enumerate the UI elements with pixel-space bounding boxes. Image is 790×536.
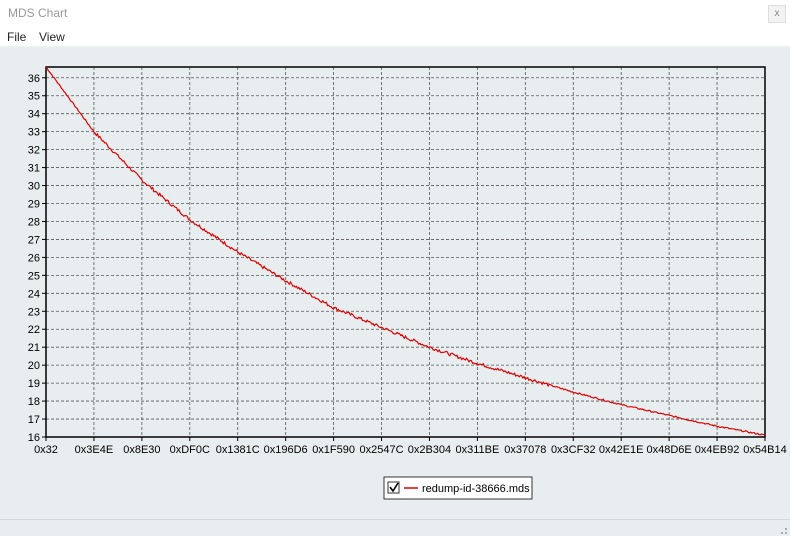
chart-area: 16 17 18 19 20 21 22 23 24 25 26 27 28 29 30 31 32 33 34 35…: [0, 46, 790, 518]
x-tick-label: 0x4EB92: [695, 444, 740, 456]
menu-bar: File View: [0, 27, 790, 47]
resize-grip-icon[interactable]: [776, 523, 788, 535]
x-tick-label: 0x54B14: [743, 444, 786, 456]
x-tick-label: 0x8E30: [123, 444, 160, 456]
x-tick-label: 0x3E4E: [75, 444, 114, 456]
x-tick-label: 0x1F590: [312, 444, 355, 456]
legend-label: redump-id-38666.mds: [422, 483, 530, 495]
y-tick-label: 33: [28, 127, 40, 139]
y-tick-label: 24: [28, 288, 40, 300]
x-tick-label: 0x48D6E: [647, 444, 692, 456]
y-tick-label: 18: [28, 396, 40, 408]
y-tick-label: 36: [28, 73, 40, 85]
y-tick-label: 16: [28, 432, 40, 444]
y-tick-label: 17: [28, 414, 40, 426]
y-tick-label: 21: [28, 342, 40, 354]
menu-view[interactable]: View: [39, 30, 65, 44]
x-tick-label: 0x311BE: [455, 444, 499, 456]
y-tick-label: 23: [28, 306, 40, 318]
y-tick-label: 20: [28, 360, 40, 372]
x-tick-label: 0x2B304: [408, 444, 451, 456]
x-tick-label: 0x32: [34, 444, 58, 456]
menu-file[interactable]: File: [7, 30, 26, 44]
title-bar: MDS Chart x: [0, 0, 790, 27]
y-tick-label: 25: [28, 270, 40, 282]
y-tick-label: 22: [28, 324, 40, 336]
chart-svg: 16 17 18 19 20 21 22 23 24 25 26 27 28 29 30 31 32 33 34 35…: [28, 66, 787, 500]
y-tick-label: 27: [28, 234, 40, 246]
x-tick-label: 0x37078: [504, 444, 546, 456]
x-tick-label: 0x2547C: [360, 444, 404, 456]
close-button[interactable]: x: [768, 5, 786, 23]
window-title: MDS Chart: [8, 6, 68, 20]
plot-background: [46, 67, 765, 437]
close-icon: x: [774, 8, 780, 19]
y-tick-label: 31: [28, 163, 40, 175]
y-tick-label: 34: [28, 109, 40, 121]
x-tick-label: 0x3CF32: [551, 444, 596, 456]
y-tick-label: 32: [28, 145, 40, 157]
x-tick-label: 0x1381C: [216, 444, 260, 456]
x-tick-label: 0x42E1E: [599, 444, 644, 456]
y-tick-label: 28: [28, 216, 40, 228]
y-tick-label: 30: [28, 181, 40, 193]
y-tick-label: 19: [28, 378, 40, 390]
status-bar: [0, 519, 790, 536]
y-tick-label: 29: [28, 199, 40, 211]
y-tick-label: 26: [28, 252, 40, 264]
x-tick-label: 0xDF0C: [170, 444, 210, 456]
y-tick-label: 35: [28, 91, 40, 103]
x-tick-label: 0x196D6: [264, 444, 308, 456]
